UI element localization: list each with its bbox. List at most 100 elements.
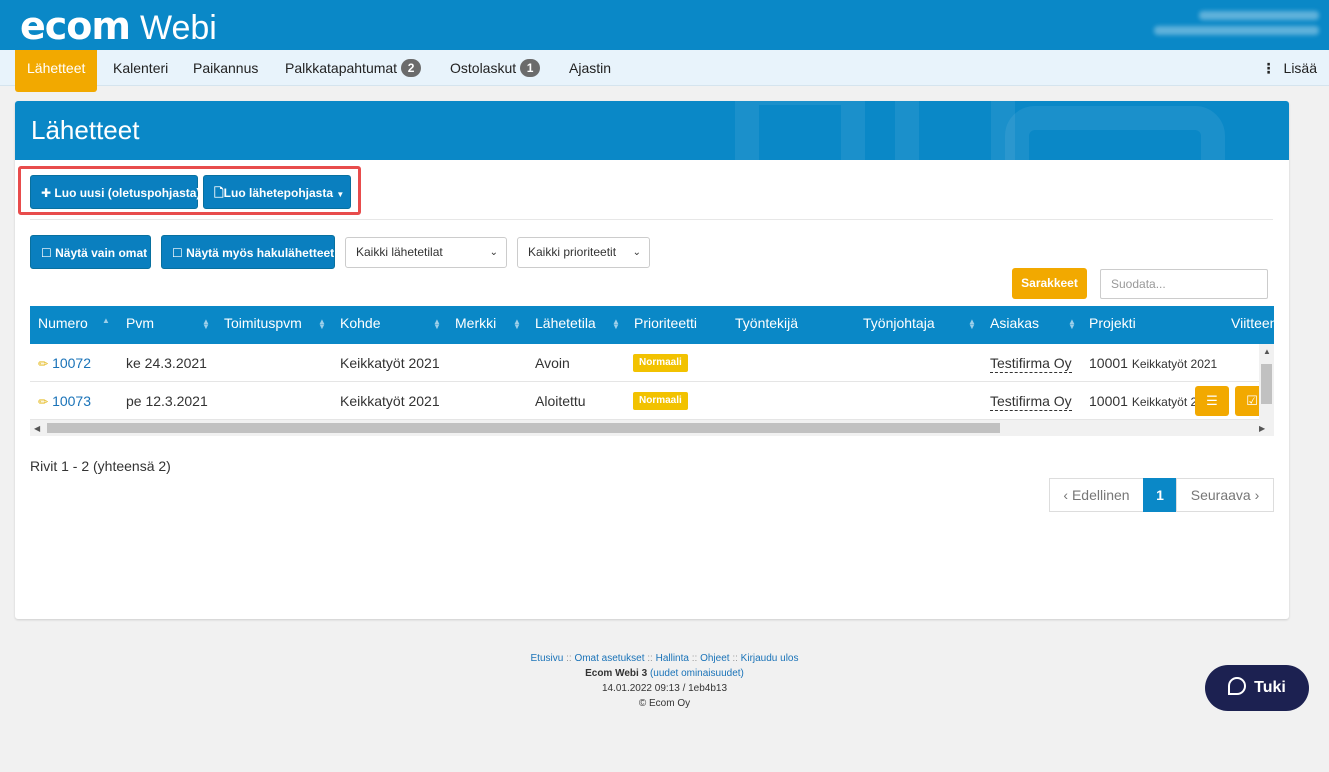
footer-link-ohjeet[interactable]: Ohjeet: [700, 653, 729, 664]
vertical-dots-icon: ⋮: [1261, 60, 1276, 76]
new-features-link[interactable]: (uudet ominaisuudet): [650, 668, 744, 679]
create-default-button[interactable]: ✚ Luo uusi (oletuspohjasta): [30, 175, 200, 209]
priority-badge: Normaali: [633, 354, 688, 373]
table-row[interactable]: ✏ 10072 ke 24.3.2021 Keikkatyöt 2021 Avoi…: [30, 344, 1274, 382]
cell-projekti: 10001 Keikkatyöt 2021: [1089, 355, 1218, 371]
header-decoration: [1005, 106, 1225, 160]
list-action-button[interactable]: ☰: [1195, 386, 1229, 416]
create-from-template-button[interactable]: 🗋Luo lähetepohjasta ▼: [203, 175, 351, 209]
header-decoration: [895, 101, 1015, 160]
sort-icon: ▲ ▼: [1068, 317, 1076, 331]
filter-input[interactable]: Suodata...: [1100, 269, 1268, 299]
col-toimituspvm[interactable]: Toimituspvm: [224, 306, 302, 344]
more-menu[interactable]: ⋮ Lisää: [1262, 50, 1317, 86]
col-tyonjohtaja[interactable]: Työnjohtaja: [863, 306, 935, 344]
support-chat-button[interactable]: Tuki: [1205, 665, 1309, 711]
app-logo[interactable]: ecom Webi: [20, 4, 217, 48]
top-bar: ecom Webi: [0, 0, 1329, 50]
show-own-toggle[interactable]: ☐ Näytä vain omat: [30, 235, 151, 269]
cell-numero[interactable]: ✏ 10072: [38, 344, 91, 382]
page-1-button[interactable]: 1: [1143, 478, 1177, 512]
priority-select[interactable]: Kaikki prioriteetit ⌄: [517, 237, 650, 268]
nav-item-kalenteri[interactable]: Kalenteri: [113, 50, 168, 86]
checkbox-checked-icon: ☑: [1246, 393, 1258, 408]
cell-kohde: Keikkatyöt 2021: [340, 355, 440, 371]
cell-pvm: pe 12.3.2021: [126, 393, 208, 409]
vertical-scrollbar[interactable]: ▲: [1259, 344, 1274, 420]
nav-item-palkkatapahtumat[interactable]: Palkkatapahtumat 2: [285, 50, 422, 86]
footer-link-hallinta[interactable]: Hallinta: [656, 653, 689, 664]
scroll-thumb[interactable]: [1261, 364, 1272, 404]
footer-link-omat-asetukset[interactable]: Omat asetukset: [574, 653, 644, 664]
table-row[interactable]: ✏ 10073 pe 12.3.2021 Keikkatyöt 2021 Aloi…: [30, 382, 1274, 420]
main-nav: Lähetteet Kalenteri Paikannus Palkkatapa…: [0, 50, 1329, 92]
pencil-icon: ✏: [38, 357, 49, 371]
scroll-left-icon[interactable]: ◀: [34, 424, 40, 433]
col-prioriteetti[interactable]: Prioriteetti: [634, 306, 697, 344]
logo-product: Webi: [140, 9, 217, 47]
cell-tila: Avoin: [535, 355, 570, 371]
sort-icon: ▲ ▼: [968, 317, 976, 331]
caret-down-icon: ▼: [336, 190, 345, 199]
rows-info: Rivit 1 - 2 (yhteensä 2): [30, 458, 171, 474]
footer-version: Ecom Webi 3 (uudet ominaisuudet): [585, 668, 744, 679]
cell-kohde: Keikkatyöt 2021: [340, 393, 440, 409]
main-panel: Lähetteet ✚ Luo uusi (oletuspohjasta) 🗋L…: [15, 101, 1289, 619]
checkbox-icon: ☐: [41, 246, 52, 260]
cell-prioriteetti: Normaali: [633, 344, 688, 382]
cell-numero[interactable]: ✏ 10073: [38, 382, 91, 420]
status-select[interactable]: Kaikki lähetetilat ⌄: [345, 237, 507, 268]
col-pvm[interactable]: Pvm: [126, 306, 154, 344]
footer-link-kirjaudu-ulos[interactable]: Kirjaudu ulos: [741, 653, 799, 664]
sort-icon: ▲ ▼: [202, 317, 210, 331]
col-asiakas[interactable]: Asiakas: [990, 306, 1039, 344]
nav-item-ajastin[interactable]: Ajastin: [569, 50, 611, 86]
sort-asc-icon: ▲: [102, 316, 110, 325]
list-icon: ☰: [1206, 393, 1218, 408]
table-header: Numero ▲ Pvm ▲ ▼ Toimituspvm ▲ ▼ Kohde ▲ ▼ …: [30, 306, 1274, 344]
footer: Etusivu :: Omat asetukset :: Hallinta ::…: [0, 651, 1329, 711]
nav-item-paikannus[interactable]: Paikannus: [193, 50, 258, 86]
next-page-button[interactable]: Seuraava ›: [1176, 478, 1274, 512]
dispatch-table: Numero ▲ Pvm ▲ ▼ Toimituspvm ▲ ▼ Kohde ▲ ▼ …: [30, 306, 1274, 436]
count-badge: 1: [520, 59, 541, 78]
divider: [30, 219, 1273, 220]
cell-asiakas[interactable]: Testifirma Oy: [990, 382, 1072, 420]
user-info-blurred: [1149, 8, 1319, 42]
col-viite[interactable]: Viitteen: [1231, 306, 1274, 344]
numero-link[interactable]: 10072: [52, 355, 91, 371]
footer-link-etusivu[interactable]: Etusivu: [531, 653, 564, 664]
plus-icon: ✚: [41, 186, 52, 200]
sort-icon: ▲ ▼: [433, 317, 441, 331]
logo-brand: ecom: [20, 4, 131, 48]
scroll-up-icon[interactable]: ▲: [1263, 347, 1271, 356]
show-search-toggle[interactable]: ☐ Näytä myös hakulähetteet: [161, 235, 335, 269]
col-lahetetila[interactable]: Lähetetila: [535, 306, 596, 344]
nav-item-lahetteet[interactable]: Lähetteet: [15, 50, 98, 92]
nav-item-ostolaskut[interactable]: Ostolaskut 1: [450, 50, 541, 86]
col-projekti[interactable]: Projekti: [1089, 306, 1136, 344]
footer-copyright: © Ecom Oy: [638, 698, 691, 709]
chevron-down-icon: ⌄: [632, 247, 641, 258]
cell-prioriteetti: Normaali: [633, 382, 688, 420]
col-kohde[interactable]: Kohde: [340, 306, 380, 344]
scroll-thumb[interactable]: [47, 423, 1000, 433]
col-tyontekija[interactable]: Työntekijä: [735, 306, 798, 344]
columns-button[interactable]: Sarakkeet: [1012, 268, 1087, 299]
col-numero[interactable]: Numero: [38, 306, 88, 344]
footer-links: Etusivu :: Omat asetukset :: Hallinta ::…: [530, 653, 799, 664]
cell-pvm: ke 24.3.2021: [126, 355, 207, 371]
prev-page-button[interactable]: ‹ Edellinen: [1049, 478, 1144, 512]
chat-bubble-icon: [1228, 676, 1247, 695]
chevron-left-icon: ‹: [1063, 487, 1069, 503]
panel-header: Lähetteet: [15, 101, 1289, 160]
sort-icon: ▲ ▼: [318, 317, 326, 331]
sort-icon: ▲ ▼: [513, 317, 521, 331]
page-title: Lähetteet: [31, 115, 140, 145]
col-merkki[interactable]: Merkki: [455, 306, 496, 344]
numero-link[interactable]: 10073: [52, 393, 91, 409]
pencil-icon: ✏: [38, 395, 49, 409]
scroll-right-icon[interactable]: ▶: [1259, 424, 1265, 433]
horizontal-scrollbar[interactable]: ◀ ▶: [30, 420, 1274, 436]
cell-asiakas[interactable]: Testifirma Oy: [990, 344, 1072, 382]
